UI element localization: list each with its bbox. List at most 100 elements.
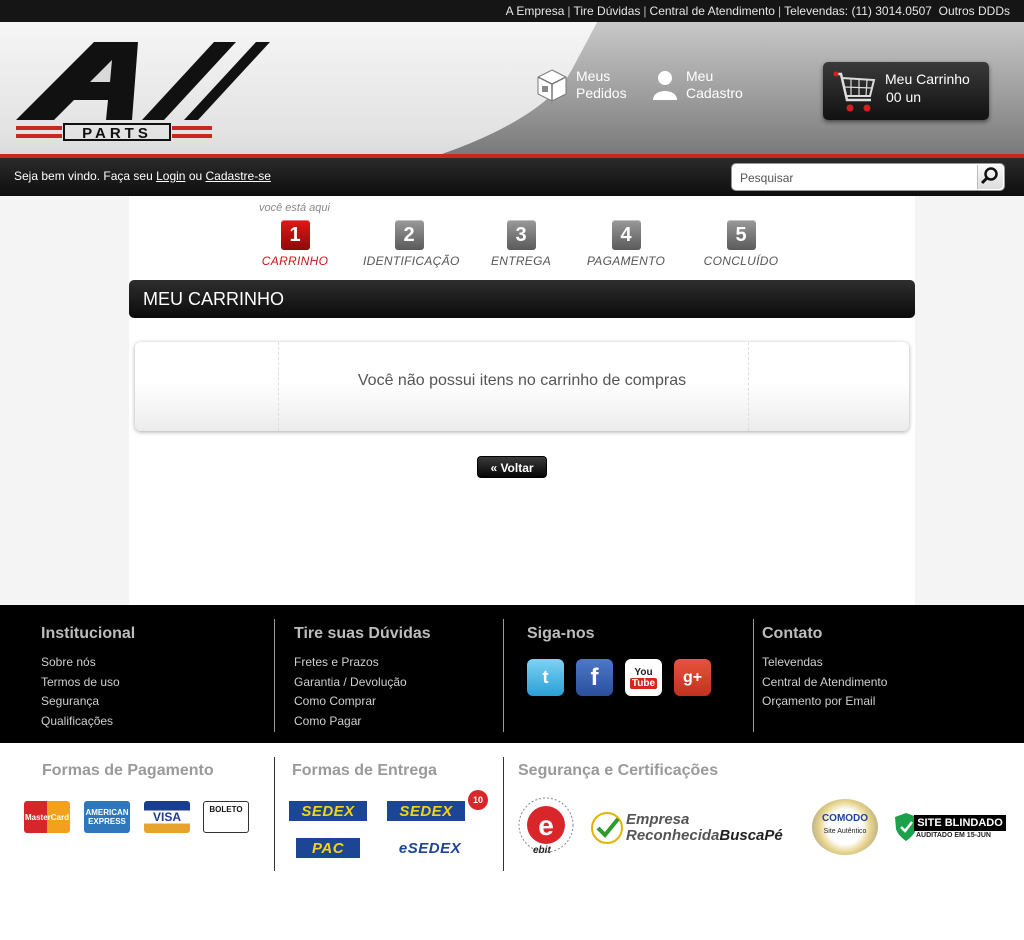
main-content: você está aqui 1 CARRINHO 2 IDENTIFICAÇÃ… xyxy=(129,196,915,605)
my-account-link[interactable]: Meu Cadastro xyxy=(652,68,743,102)
step-number: 1 xyxy=(280,220,310,250)
security-heading: Segurança e Certificações xyxy=(518,762,719,779)
google-plus-icon[interactable]: g+ xyxy=(674,659,711,696)
box-icon xyxy=(537,69,567,102)
search-button[interactable] xyxy=(977,165,1003,189)
site-blindado-seal: SITE BLINDADO AUDITADO EM 15-JUN xyxy=(894,813,1008,841)
all-parts-logo[interactable]: PARTS xyxy=(14,42,274,142)
empty-cart-box: Você não possui itens no carrinho de com… xyxy=(135,342,909,431)
buscape-line1: Empresa xyxy=(626,811,690,828)
footer-link[interactable]: Orçamento por Email xyxy=(762,692,887,712)
footer-contact: Contato Televendas Central de Atendiment… xyxy=(762,625,887,712)
comodo-seal: COMODO Site Autêntico xyxy=(812,799,878,855)
pac-logo: PAC xyxy=(296,838,360,858)
buscape-line2: Reconhecida xyxy=(626,827,720,844)
sedex-10-badge: 10 xyxy=(468,790,488,810)
my-orders-line1: Meus xyxy=(576,68,611,84)
step-identification: 2 IDENTIFICAÇÃO xyxy=(363,220,460,268)
footer-questions: Tire suas Dúvidas Fretes e Prazos Garant… xyxy=(294,625,431,731)
site-blindado-label: SITE BLINDADO xyxy=(914,815,1006,831)
cart-title: Meu Carrinho xyxy=(885,71,970,87)
you-are-here: você está aqui xyxy=(259,202,330,214)
step-delivery: 3 ENTREGA xyxy=(486,220,556,268)
footer-link[interactable]: Sobre nós xyxy=(41,653,135,673)
header: PARTS Meus Pedidos Meu Cadastro Meu Carr… xyxy=(0,22,1024,154)
step-label: PAGAMENTO xyxy=(586,254,666,268)
footer-link[interactable]: Termos de uso xyxy=(41,673,135,693)
site-blindado-sub: AUDITADO EM 15-JUN xyxy=(916,832,991,839)
footer-link[interactable]: Segurança xyxy=(41,692,135,712)
step-cart: 1 CARRINHO xyxy=(258,220,332,268)
footer-heading: Institucional xyxy=(41,625,136,642)
boleto-icon: BOLETO xyxy=(203,801,249,833)
footer-link[interactable]: Central de Atendimento xyxy=(762,673,887,693)
my-account-line2: Cadastro xyxy=(686,85,743,101)
footer-link[interactable]: Televendas xyxy=(762,653,887,673)
amex-icon: AMERICAN EXPRESS xyxy=(84,801,130,833)
buscape-brand: BuscaPé xyxy=(719,827,783,844)
page-title: MEU CARRINHO xyxy=(143,289,285,309)
top-link-televendas: Televendas: (11) 3014.0507 xyxy=(784,4,932,18)
step-label: IDENTIFICAÇÃO xyxy=(363,254,460,268)
top-link-empresa[interactable]: A Empresa xyxy=(506,4,565,18)
search-box xyxy=(731,163,1005,191)
comodo-label: COMODO xyxy=(821,813,869,824)
step-label: CARRINHO xyxy=(261,254,329,268)
top-bar: A Empresa | Tire Dúvidas | Central de Atendi… xyxy=(0,0,1024,22)
footer-link[interactable]: Como Pagar xyxy=(294,712,431,732)
footer-heading: Siga-nos xyxy=(527,625,595,642)
footer-social: Siga-nos t f You Tube g+ xyxy=(527,625,711,696)
facebook-icon[interactable]: f xyxy=(576,659,613,696)
step-label: CONCLUÍDO xyxy=(703,254,779,268)
step-label: ENTREGA xyxy=(490,254,552,268)
step-number: 5 xyxy=(726,220,756,250)
footer-link[interactable]: Qualificações xyxy=(41,712,135,732)
footer-link[interactable]: Garantia / Devolução xyxy=(294,673,431,693)
footer-link[interactable]: Como Comprar xyxy=(294,692,431,712)
payment-heading: Formas de Pagamento xyxy=(42,762,214,779)
top-links: A Empresa | Tire Dúvidas | Central de Atendi… xyxy=(505,4,1010,18)
footer-link[interactable]: Fretes e Prazos xyxy=(294,653,431,673)
footer-badges: Formas de Pagamento MasterCard AMERICAN … xyxy=(0,743,1024,940)
footer-heading: Contato xyxy=(762,625,823,642)
my-orders-link[interactable]: Meus Pedidos xyxy=(536,68,627,102)
search-icon xyxy=(980,167,998,185)
step-number: 2 xyxy=(394,220,424,250)
register-link[interactable]: Cadastre-se xyxy=(206,169,271,183)
welcome-bar: Seja bem vindo. Faça seu Login ou Cadast… xyxy=(0,158,1024,196)
footer-divider xyxy=(274,619,275,732)
check-icon xyxy=(591,812,623,844)
search-input[interactable] xyxy=(740,169,970,187)
footer-institutional: Institucional Sobre nós Termos de uso Se… xyxy=(41,625,135,731)
sedex-logo: SEDEX xyxy=(289,801,367,821)
user-icon xyxy=(653,71,677,100)
my-orders-line2: Pedidos xyxy=(576,85,627,101)
footer-divider xyxy=(274,757,275,871)
empty-cart-message: Você não possui itens no carrinho de com… xyxy=(357,372,687,389)
back-button[interactable]: « Voltar xyxy=(477,456,547,478)
buscape-seal: Empresa ReconhecidaBuscaPé xyxy=(590,809,790,853)
cart-button[interactable]: Meu Carrinho 00 un xyxy=(823,62,989,120)
top-link-atendimento[interactable]: Central de Atendimento xyxy=(650,4,775,18)
youtube-icon[interactable]: You Tube xyxy=(625,659,662,696)
ebit-label: ebit xyxy=(533,845,551,856)
top-link-duvidas[interactable]: Tire Dúvidas xyxy=(574,4,641,18)
welcome-or: ou xyxy=(188,169,203,183)
visa-icon: VISA xyxy=(144,801,190,833)
footer-divider xyxy=(503,619,504,732)
login-link[interactable]: Login xyxy=(156,169,185,183)
comodo-sub: Site Autêntico xyxy=(823,828,867,835)
page-title-bar: MEU CARRINHO xyxy=(129,280,915,318)
top-link-outros-ddds[interactable]: Outros DDDs xyxy=(939,4,1010,18)
footer-divider xyxy=(753,619,754,732)
esedex-logo: eSEDEX xyxy=(387,838,473,858)
step-number: 3 xyxy=(506,220,536,250)
mastercard-icon: MasterCard xyxy=(24,801,70,833)
cart-count: 00 un xyxy=(886,89,922,105)
svg-text:e: e xyxy=(538,810,554,841)
twitter-icon[interactable]: t xyxy=(527,659,564,696)
ebit-seal: e ebit xyxy=(517,797,575,859)
cart-icon xyxy=(833,71,876,112)
delivery-heading: Formas de Entrega xyxy=(292,762,437,779)
logo-text: PARTS xyxy=(82,125,152,142)
